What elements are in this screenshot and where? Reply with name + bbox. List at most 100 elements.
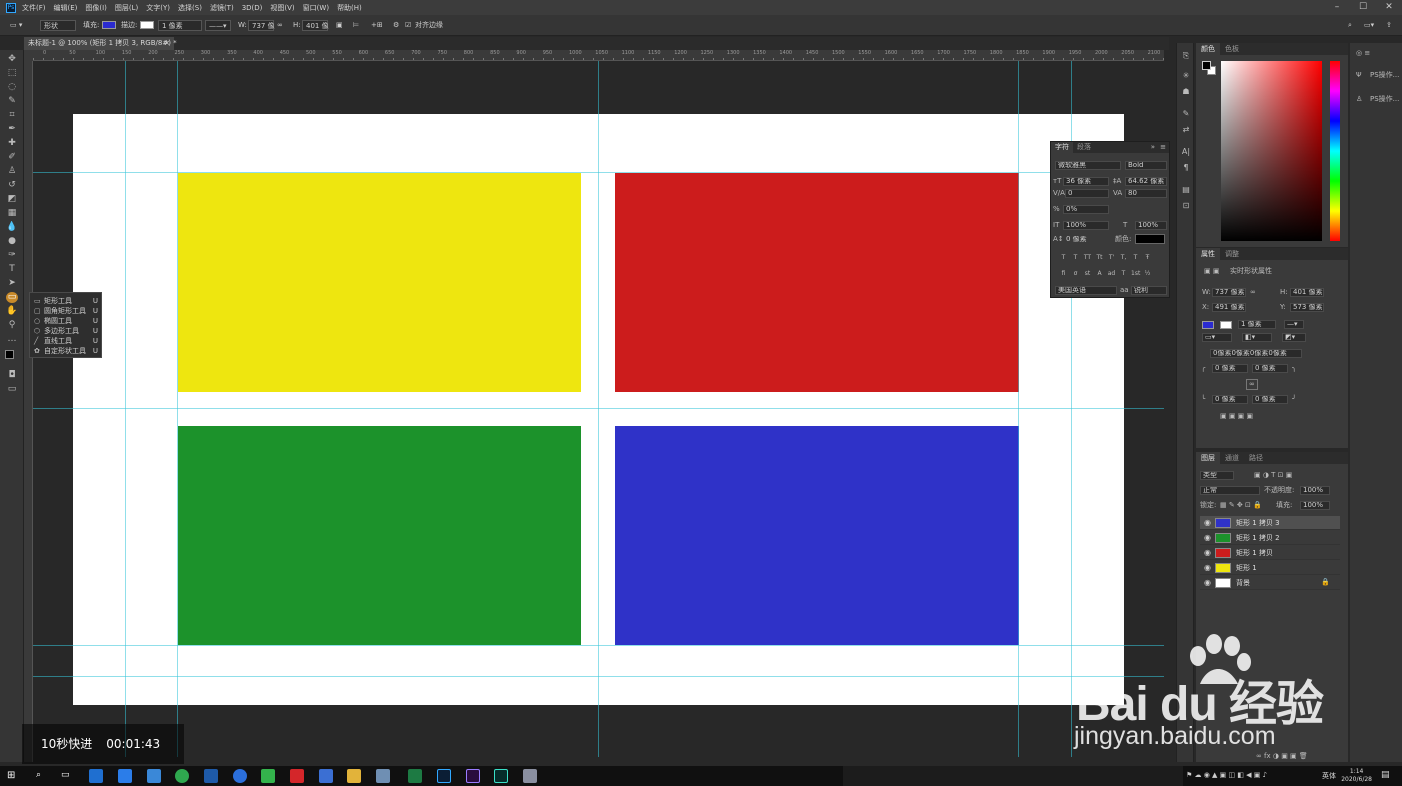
system-clock[interactable]: 1:14 2020/6/28 <box>1341 768 1372 784</box>
adjust-icon[interactable]: ⇄ <box>1180 125 1192 135</box>
rounded-rectangle-tool-item[interactable]: ▢ 圆角矩形工具 U <box>34 306 100 316</box>
shape-stroke-swatch[interactable] <box>1220 321 1232 329</box>
photoshop-app-icon[interactable] <box>437 769 451 783</box>
stroke-swatch[interactable] <box>140 21 154 29</box>
stroke-width-field[interactable]: 1 像素 <box>158 20 202 31</box>
menu-type[interactable]: 文字(Y) <box>146 3 170 13</box>
excel-app-icon[interactable] <box>408 769 422 783</box>
visibility-eye-icon[interactable]: ◉ <box>1204 533 1211 542</box>
brushes-icon[interactable]: ☗ <box>1180 87 1192 97</box>
brush-settings-icon[interactable]: ✳ <box>1180 71 1192 81</box>
panel-icons[interactable]: ◎ ≡ <box>1356 49 1370 58</box>
tab-character[interactable]: 字符 <box>1051 142 1073 153</box>
w-field[interactable]: 737 像 <box>248 20 275 31</box>
tab-paragraph[interactable]: 段落 <box>1073 142 1095 153</box>
audition-app-icon[interactable] <box>494 769 508 783</box>
search-icon[interactable]: ⌕ <box>1348 20 1352 31</box>
shape-fill-swatch[interactable] <box>1202 321 1214 329</box>
corner-br-field[interactable]: 0 像素 <box>1252 395 1288 404</box>
quick-select-tool-icon[interactable]: ✎ <box>6 96 18 107</box>
close-tab-icon[interactable]: × <box>164 37 170 50</box>
app-icon[interactable] <box>290 769 304 783</box>
menu-layer[interactable]: 图层(L) <box>115 3 138 13</box>
app-icon[interactable] <box>523 769 537 783</box>
language-select[interactable]: 美国英语 <box>1055 286 1117 295</box>
eyedropper-tool-icon[interactable]: ✒ <box>6 124 18 135</box>
faux-bold-icon[interactable]: T <box>1059 253 1068 262</box>
app-icon[interactable] <box>147 769 161 783</box>
action-item-1[interactable]: PS操作... <box>1370 71 1399 80</box>
wechat-app-icon[interactable] <box>261 769 275 783</box>
fill-swatch[interactable] <box>102 21 116 29</box>
path-align-icon[interactable]: ⊨ <box>353 20 359 31</box>
menu-window[interactable]: 窗口(W) <box>303 3 329 13</box>
foreground-color-swatch[interactable] <box>5 350 14 359</box>
share-icon[interactable]: ⇪ <box>1386 20 1392 31</box>
tab-adjustments[interactable]: 调整 <box>1220 248 1244 260</box>
tray-icons[interactable]: ⚑ ☁ ◉ ▲ ▣ ◫ ◧ ◀ ▣ ♪ <box>1186 771 1267 779</box>
type-tool-icon[interactable]: T <box>6 264 18 275</box>
fraction-icon[interactable]: 1st <box>1131 269 1140 278</box>
task-view-icon[interactable]: ▭ <box>61 770 70 780</box>
stroke-type-select[interactable]: ——▾ <box>205 20 231 31</box>
path-operation-icons[interactable]: ▣ ▣ ▣ ▣ <box>1220 412 1253 421</box>
collapse-icon[interactable]: » <box>1151 143 1155 152</box>
app-icon[interactable] <box>376 769 390 783</box>
blue-rectangle[interactable] <box>615 426 1019 645</box>
layer-row[interactable]: ◉ 矩形 1 拷贝 <box>1200 546 1340 560</box>
visibility-eye-icon[interactable]: ◉ <box>1204 518 1211 527</box>
swash-icon[interactable]: A <box>1095 269 1104 278</box>
stylistic-icon[interactable]: st <box>1083 269 1092 278</box>
search-icon[interactable]: ⌕ <box>36 770 41 780</box>
maximize-icon[interactable]: ☐ <box>1350 0 1376 15</box>
link-corners-icon[interactable]: ∞ <box>1246 379 1258 390</box>
tab-paths[interactable]: 路径 <box>1244 452 1268 464</box>
font-family-select[interactable]: 微软雅黑 <box>1055 161 1121 170</box>
layer-row[interactable]: ◉ 矩形 1 <box>1200 561 1340 575</box>
pen-tool-icon[interactable]: ✑ <box>6 250 18 261</box>
titling-icon[interactable]: ad <box>1107 269 1116 278</box>
healing-tool-icon[interactable]: ✚ <box>6 138 18 149</box>
rectangle-tool-item[interactable]: ▭ 矩形工具 U <box>34 296 100 306</box>
corner-type-select[interactable]: ◩▾ <box>1282 333 1306 342</box>
text-color-swatch[interactable] <box>1135 234 1165 244</box>
horizontal-scale-field[interactable]: 100% <box>1135 221 1167 230</box>
kerning-field[interactable]: 0 <box>1065 189 1109 198</box>
browser-app-icon[interactable] <box>89 769 103 783</box>
visibility-eye-icon[interactable]: ◉ <box>1204 563 1211 572</box>
hand-tool-icon[interactable]: ✋ <box>6 306 18 317</box>
tab-properties[interactable]: 属性 <box>1196 248 1220 260</box>
menu-file[interactable]: 文件(F) <box>22 3 46 13</box>
font-style-select[interactable]: Bold <box>1125 161 1167 170</box>
corner-radius-summary[interactable]: 0像素0像素0像素0像素 <box>1210 349 1302 358</box>
layer-row[interactable]: ◉ 矩形 1 拷贝 3 <box>1200 516 1340 530</box>
input-language[interactable]: 英体 <box>1322 771 1336 781</box>
layer-name[interactable]: 矩形 1 <box>1236 562 1257 574</box>
app-icon[interactable] <box>233 769 247 783</box>
custom-shape-tool-item[interactable]: ✿ 自定形状工具 U <box>34 346 100 356</box>
menu-select[interactable]: 选择(S) <box>178 3 202 13</box>
menu-3d[interactable]: 3D(D) <box>242 4 263 12</box>
layer-row[interactable]: ◉ 矩形 1 拷贝 2 <box>1200 531 1340 545</box>
tab-layers[interactable]: 图层 <box>1196 452 1220 464</box>
all-caps-icon[interactable]: TT <box>1083 253 1092 262</box>
layer-row[interactable]: ◉ 背景 🔒 <box>1200 576 1340 590</box>
notification-icon[interactable]: ▤ <box>1381 770 1390 780</box>
gradient-tool-icon[interactable]: ▦ <box>6 208 18 219</box>
menu-filter[interactable]: 滤镜(T) <box>210 3 234 13</box>
libraries-icon[interactable]: ▤ <box>1180 185 1192 195</box>
layer-name[interactable]: 矩形 1 拷贝 2 <box>1236 532 1280 544</box>
hue-slider[interactable] <box>1330 61 1340 241</box>
layer-name[interactable]: 矩形 1 拷贝 3 <box>1236 517 1280 529</box>
align-stroke-select[interactable]: ▭▾ <box>1202 333 1232 342</box>
visibility-eye-icon[interactable]: ◉ <box>1204 578 1211 587</box>
menu-edit[interactable]: 编辑(E) <box>54 3 78 13</box>
yellow-rectangle[interactable] <box>178 173 581 392</box>
path-select-tool-icon[interactable]: ➤ <box>6 278 18 289</box>
h-field[interactable]: 401 像 <box>302 20 329 31</box>
workspace-icon[interactable]: ▭▾ <box>1364 20 1374 31</box>
move-tool-icon[interactable]: ✥ <box>6 54 18 65</box>
fill-field[interactable]: 100% <box>1300 501 1330 510</box>
ordinal-icon[interactable]: T <box>1119 269 1128 278</box>
windows-start-icon[interactable]: ⊞ <box>7 770 19 782</box>
